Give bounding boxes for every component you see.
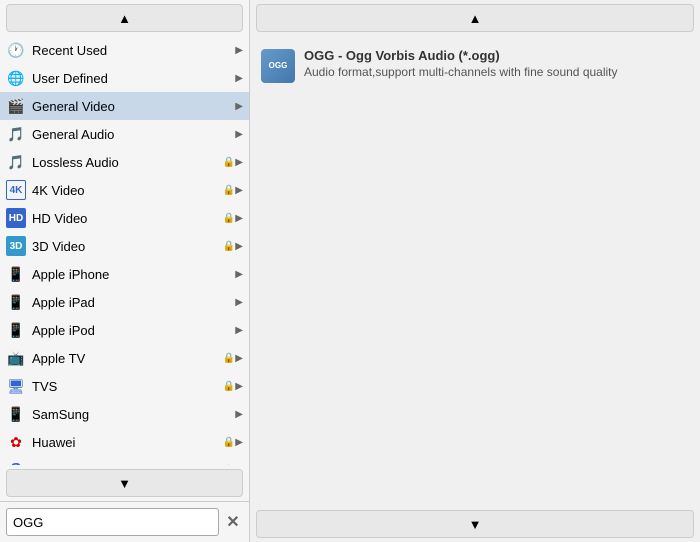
format-item-ogg[interactable]: OGG OGG - Ogg Vorbis Audio (*.ogg) Audio f… [256,42,694,90]
arrow-icon-4k-video: ▶ [235,185,243,196]
arrow-icon-apple-iphone: ▶ [235,269,243,280]
scroll-down-button[interactable]: ▼ [6,469,243,497]
category-item-samsung[interactable]: 📱 SamSung▶ [0,400,249,428]
category-icon-general-audio: 🎵 [6,124,26,144]
arrow-icon-apple-tv: ▶ [235,353,243,364]
arrow-icon-apple-ipod: ▶ [235,325,243,336]
category-icon-apple-ipod: 📱 [6,320,26,340]
category-item-3d-video[interactable]: 3D 3D Video🔒▶ [0,232,249,260]
scroll-up-button[interactable]: ▲ [6,4,243,32]
category-item-4k-video[interactable]: 4K 4K Video🔒▶ [0,176,249,204]
lock-icon-huawei: 🔒 [223,437,235,448]
search-input[interactable] [6,508,219,536]
category-label-huawei: Huawei [32,435,221,450]
category-item-apple-tv[interactable]: 📺 Apple TV🔒▶ [0,344,249,372]
arrow-icon-sony: ▶ [235,465,243,466]
category-item-lossless-audio[interactable]: 🎵 Lossless Audio🔒▶ [0,148,249,176]
category-icon-general-video: 🎬 [6,96,26,116]
category-label-samsung: SamSung [32,407,235,422]
category-item-general-audio[interactable]: 🎵 General Audio▶ [0,120,249,148]
category-label-lossless-audio: Lossless Audio [32,155,221,170]
category-icon-samsung: 📱 [6,404,26,424]
format-list: OGG OGG - Ogg Vorbis Audio (*.ogg) Audio f… [250,36,700,506]
category-item-apple-ipad[interactable]: 📱 Apple iPad▶ [0,288,249,316]
category-icon-huawei: ✿ [6,432,26,452]
category-list: 🕐Recent Used▶🌐User Defined▶🎬General Vide… [0,36,249,465]
search-bar: ✕ [0,501,249,542]
category-icon-apple-iphone: 📱 [6,264,26,284]
format-description-ogg: Audio format,support multi-channels with… [304,65,618,79]
category-label-3d-video: 3D Video [32,239,221,254]
lock-icon-3d-video: 🔒 [223,241,235,252]
category-icon-lossless-audio: 🎵 [6,152,26,172]
arrow-icon-apple-ipad: ▶ [235,297,243,308]
category-icon-sony: S [6,460,26,465]
category-label-apple-iphone: Apple iPhone [32,267,235,282]
category-label-tvs: TVS [32,379,221,394]
category-item-tvs[interactable]: 🖥 TVS🔒▶ [0,372,249,400]
category-item-huawei[interactable]: ✿ Huawei🔒▶ [0,428,249,456]
category-icon-3d-video: 3D [6,236,26,256]
category-item-sony[interactable]: S Sony🔒▶ [0,456,249,465]
format-name-ogg: OGG - Ogg Vorbis Audio (*.ogg) [304,48,618,63]
format-icon-ogg: OGG [260,48,296,84]
category-icon-apple-ipad: 📱 [6,292,26,312]
category-label-general-audio: General Audio [32,127,235,142]
category-label-sony: Sony [32,463,221,466]
arrow-icon-samsung: ▶ [235,409,243,420]
category-icon-recent: 🕐 [6,40,26,60]
category-item-user-defined[interactable]: 🌐 User Defined▶ [0,64,249,92]
lock-icon-hd-video: 🔒 [223,213,235,224]
category-label-4k-video: 4K Video [32,183,221,198]
right-scroll-down-button[interactable]: ▼ [256,510,694,538]
category-item-hd-video[interactable]: HD HD Video🔒▶ [0,204,249,232]
category-item-apple-ipod[interactable]: 📱 Apple iPod▶ [0,316,249,344]
category-item-general-video[interactable]: 🎬 General Video▶ [0,92,249,120]
category-icon-hd-video: HD [6,208,26,228]
arrow-icon-user-defined: ▶ [235,73,243,84]
scroll-down-icon: ▼ [118,476,131,491]
arrow-icon-3d-video: ▶ [235,241,243,252]
arrow-icon-recent: ▶ [235,45,243,56]
search-clear-button[interactable]: ✕ [223,512,243,532]
lock-icon-sony: 🔒 [223,465,235,466]
category-icon-apple-tv: 📺 [6,348,26,368]
main-container: ▲ 🕐Recent Used▶🌐User Defined▶🎬General Vi… [0,0,700,542]
lock-icon-4k-video: 🔒 [223,185,235,196]
arrow-icon-hd-video: ▶ [235,213,243,224]
category-item-recent[interactable]: 🕐 Recent Used▶ [0,36,249,64]
category-icon-tvs: 🖥 [6,376,26,396]
category-icon-4k-video: 4K [6,180,26,200]
arrow-icon-lossless-audio: ▶ [235,157,243,168]
right-scroll-down-icon: ▼ [469,517,482,532]
category-icon-user-defined: 🌐 [6,68,26,88]
right-panel: ▲ OGG OGG - Ogg Vorbis Audio (*.ogg) Audio… [250,0,700,542]
category-label-apple-ipad: Apple iPad [32,295,235,310]
category-label-recent: Recent Used [32,43,235,58]
lock-icon-lossless-audio: 🔒 [223,157,235,168]
arrow-icon-general-video: ▶ [235,101,243,112]
arrow-icon-general-audio: ▶ [235,129,243,140]
lock-icon-apple-tv: 🔒 [223,353,235,364]
left-panel: ▲ 🕐Recent Used▶🌐User Defined▶🎬General Vi… [0,0,250,542]
right-scroll-up-icon: ▲ [469,11,482,26]
right-scroll-up-button[interactable]: ▲ [256,4,694,32]
category-label-general-video: General Video [32,99,235,114]
category-label-user-defined: User Defined [32,71,235,86]
scroll-up-icon: ▲ [118,11,131,26]
category-label-apple-ipod: Apple iPod [32,323,235,338]
category-label-hd-video: HD Video [32,211,221,226]
category-item-apple-iphone[interactable]: 📱 Apple iPhone▶ [0,260,249,288]
lock-icon-tvs: 🔒 [223,381,235,392]
category-label-apple-tv: Apple TV [32,351,221,366]
arrow-icon-tvs: ▶ [235,381,243,392]
arrow-icon-huawei: ▶ [235,437,243,448]
format-text-ogg: OGG - Ogg Vorbis Audio (*.ogg) Audio form… [304,48,618,79]
